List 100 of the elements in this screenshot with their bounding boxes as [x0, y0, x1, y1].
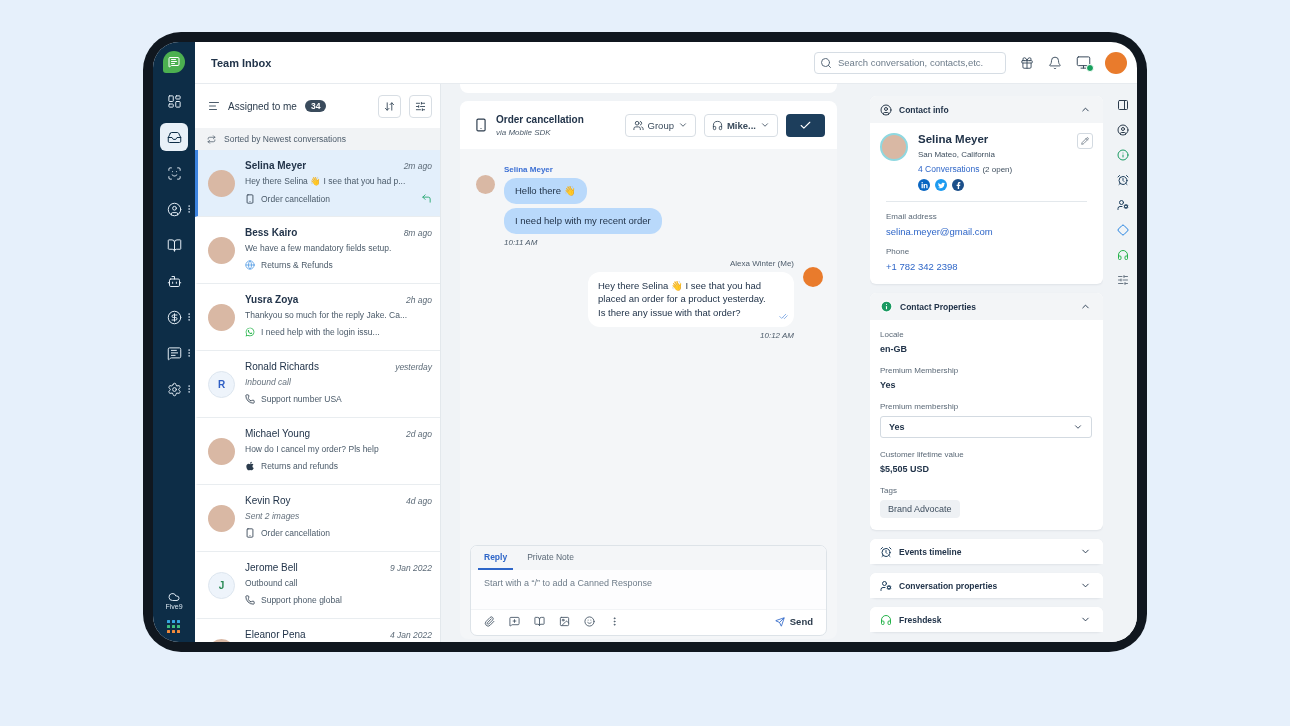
message-bubble: Hey there Selina 👋 I see that you had placed an order for a product yesterday. Is there any issue with that order?: [588, 271, 794, 327]
conversation-item[interactable]: Selina Meyer 2m ago Hey there Selina 👋 I see that you had p... Order cancellation: [195, 150, 440, 217]
headset-icon: [880, 613, 892, 626]
canned-response-icon[interactable]: [509, 616, 520, 627]
phone-icon: [245, 394, 255, 404]
notifications-icon[interactable]: [1048, 55, 1062, 70]
monitor-check-icon[interactable]: [1076, 55, 1091, 70]
info-icon: [880, 300, 893, 313]
open-count: (2 open): [982, 164, 1013, 174]
contact-scan-icon[interactable]: [166, 165, 182, 181]
field-label: Premium Membership: [880, 366, 960, 375]
pencil-icon: [1081, 137, 1089, 145]
settings-icon[interactable]: [166, 381, 182, 397]
user-icon: [880, 103, 892, 116]
message-bubble: Hello there 👋: [504, 178, 587, 204]
emoji-icon[interactable]: [584, 616, 595, 627]
sort-button[interactable]: [378, 94, 401, 118]
field-value[interactable]: +1 782 342 2398: [886, 261, 1093, 272]
collapsed-section[interactable]: Conversation properties: [870, 573, 1103, 598]
filter-lines-icon[interactable]: [208, 100, 220, 112]
user-avatar[interactable]: [1105, 51, 1127, 74]
phone-device-icon: [245, 528, 255, 538]
channel-label: Support phone global: [261, 595, 343, 605]
cloud-icon: [168, 591, 180, 603]
filter-label[interactable]: Assigned to me: [228, 100, 297, 112]
user-icon[interactable]: [1117, 124, 1129, 136]
conversation-source: via Mobile SDK: [496, 127, 552, 137]
apple-icon: [245, 461, 255, 471]
collapsed-section[interactable]: Freshdesk: [870, 607, 1103, 632]
contact-name: Selina Meyer: [245, 160, 308, 171]
group-dropdown[interactable]: Group: [624, 113, 696, 137]
chevron-down-icon: [677, 120, 688, 130]
sliders-icon[interactable]: [1117, 274, 1129, 286]
field-value: Yes: [880, 380, 897, 390]
avatar-photo: [208, 237, 235, 264]
time-label: 2m ago: [403, 160, 432, 171]
alarm-clock-icon: [880, 545, 892, 558]
bot-icon[interactable]: [166, 273, 182, 289]
field-label: Customer lifetime value: [880, 450, 965, 459]
alarm-clock-icon[interactable]: [1117, 174, 1129, 186]
message-preview: How do I cancel my order? Pls help: [245, 444, 380, 454]
panel-icon[interactable]: [1117, 99, 1129, 111]
time-label: 4 Jan 2022: [389, 629, 432, 640]
contact-name: Jerome Bell: [245, 562, 299, 573]
time-label: 8m ago: [403, 227, 432, 238]
image-icon[interactable]: [559, 616, 570, 627]
card-title: Contact Properties: [900, 301, 978, 312]
agent-dropdown[interactable]: Mike...: [703, 113, 778, 137]
chevron-down-icon: [760, 120, 770, 130]
message-preview: Thankyou so much for the reply Jake. Ca...: [245, 310, 409, 320]
phone-device-icon: [474, 118, 488, 132]
resolve-button[interactable]: [786, 113, 825, 137]
message-time: 10:11 AM: [504, 237, 538, 247]
search-field[interactable]: Search conversation, contacts,etc.: [814, 51, 1006, 74]
twitter-icon[interactable]: [935, 179, 947, 191]
apps-grid-icon[interactable]: [167, 620, 181, 634]
nav-button[interactable]: [160, 123, 188, 151]
contact-location: San Mateo, California: [918, 150, 996, 159]
linkedin-icon[interactable]: [918, 179, 930, 191]
user-circle-icon[interactable]: [166, 201, 182, 217]
field-value[interactable]: selina.meyer@gmail.com: [886, 226, 1093, 237]
avatar-photo: [803, 266, 823, 287]
user-gear-icon: [880, 579, 892, 592]
membership-select[interactable]: Yes: [880, 416, 1092, 438]
phone-device-icon: [245, 193, 255, 204]
users-icon: [632, 119, 644, 131]
user-gear-icon[interactable]: [1117, 199, 1129, 211]
channel-label: Order cancellation: [261, 193, 331, 204]
attachment-icon[interactable]: [484, 616, 495, 627]
app-logo-icon: [163, 51, 185, 73]
conversations-link[interactable]: 4 Conversations: [918, 164, 980, 174]
dashboard-icon[interactable]: [166, 93, 182, 109]
inbox-icon[interactable]: [166, 129, 182, 145]
collapsed-section[interactable]: Events timeline: [870, 539, 1103, 564]
field-label: Premium membership: [880, 402, 960, 411]
filter-settings-button[interactable]: [409, 94, 432, 118]
chat-icon[interactable]: [166, 345, 182, 361]
time-label: 4d ago: [406, 495, 432, 506]
channel-label: Order cancellation: [261, 528, 331, 538]
avatar-photo: [476, 175, 495, 194]
initial-avatar: J: [208, 572, 235, 599]
whatsapp-icon: [245, 327, 255, 337]
reply-composer[interactable]: Reply Private Note Start with a “/” to add a Canned Response Send: [470, 545, 827, 636]
book-icon[interactable]: [534, 616, 545, 627]
message-preview: Inbound call: [245, 377, 292, 387]
sort-icon: [384, 100, 395, 112]
channel-label: Returns and refunds: [261, 461, 340, 471]
field-label: Email address: [886, 212, 938, 221]
dollar-icon[interactable]: [166, 309, 182, 325]
send-button[interactable]: Send: [774, 616, 813, 627]
composer-tab[interactable]: Private Note: [521, 546, 580, 570]
field-label: Phone: [886, 247, 911, 256]
field-label: Tags: [880, 486, 898, 495]
message-time: 10:12 AM: [760, 330, 794, 340]
page-title: Team Inbox: [211, 56, 273, 69]
card-title: Contact info: [899, 104, 950, 115]
section-title: Freshdesk: [899, 614, 943, 625]
facebook-icon[interactable]: [952, 179, 964, 191]
contact-name: Michael Young: [245, 428, 312, 439]
gift-icon[interactable]: [1020, 55, 1034, 70]
